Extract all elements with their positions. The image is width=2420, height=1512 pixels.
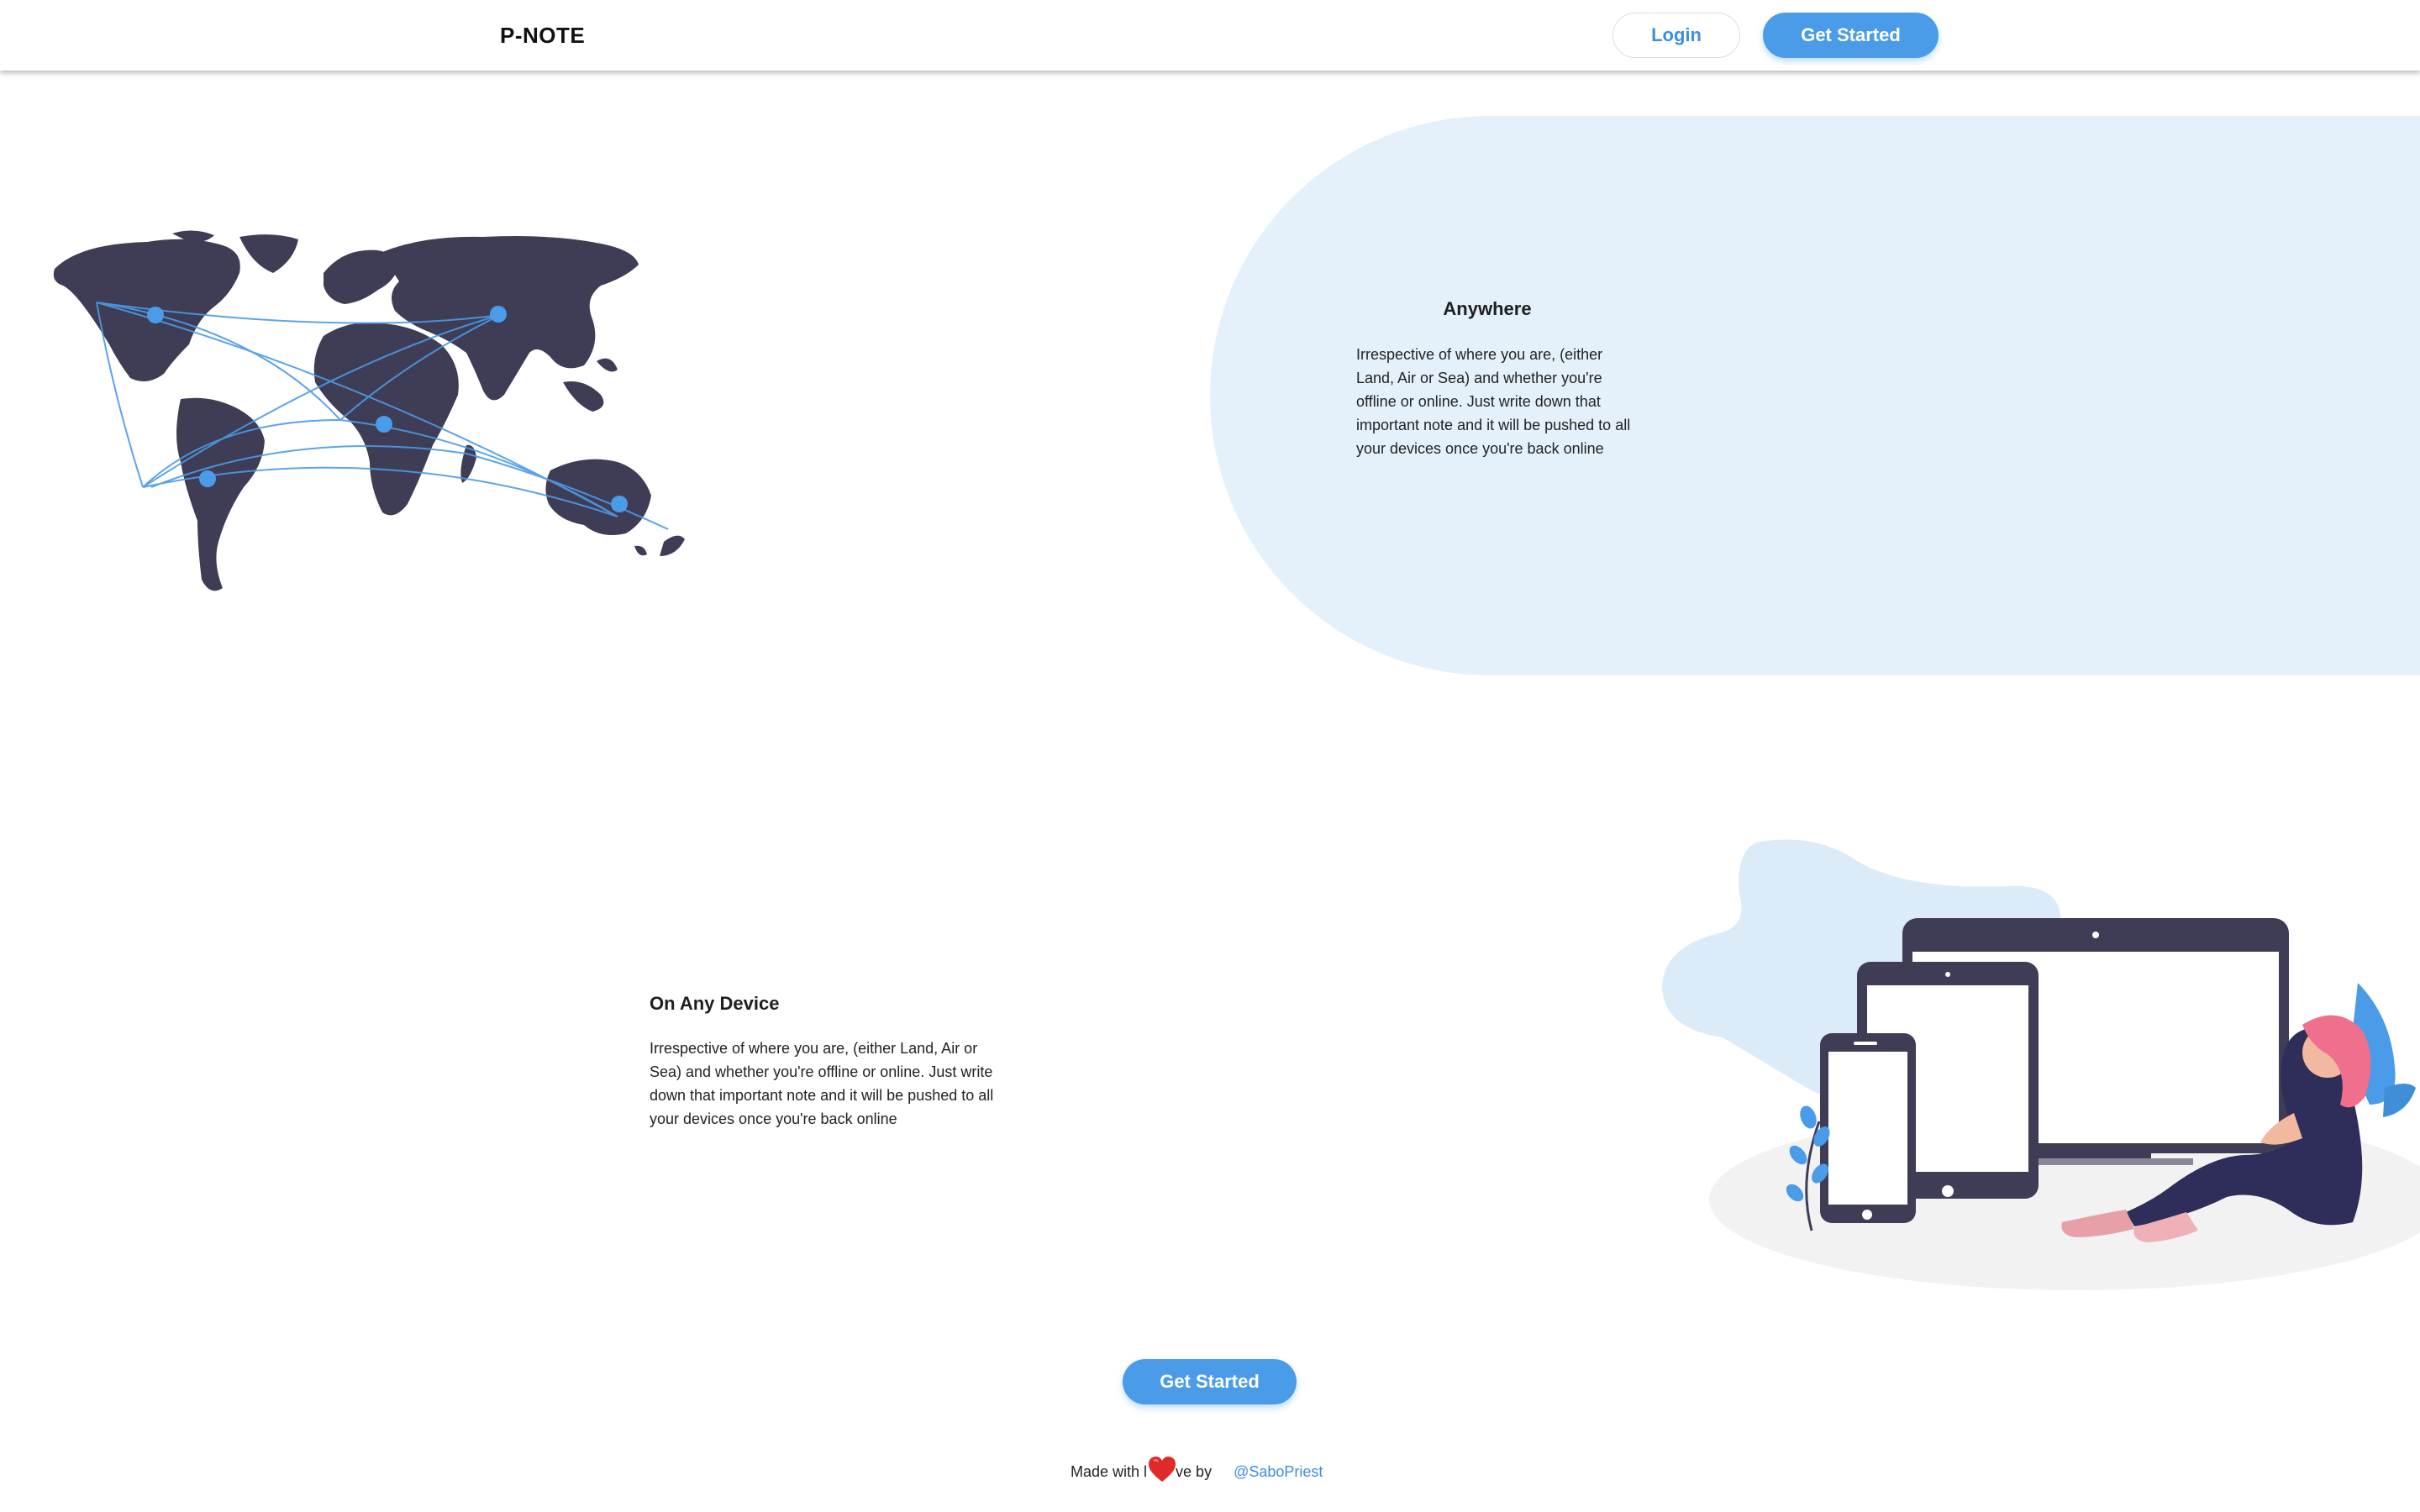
top-navbar: P-NOTE Login Get Started bbox=[0, 0, 2420, 71]
devices-illustration bbox=[1662, 839, 2420, 1290]
anywhere-title: Anywhere bbox=[1443, 298, 1532, 319]
brand-logo[interactable]: P-NOTE bbox=[500, 23, 585, 49]
login-button[interactable]: Login bbox=[1612, 13, 1740, 58]
any-device-description: Irrespective of where you are, (either L… bbox=[650, 1040, 994, 1127]
header-get-started-button[interactable]: Get Started bbox=[1763, 13, 1939, 58]
heart-icon bbox=[1149, 1457, 1176, 1482]
footer-made-with-prefix: Made with l bbox=[1071, 1462, 1148, 1480]
cta-get-started-button[interactable]: Get Started bbox=[1123, 1359, 1297, 1404]
author-link[interactable]: @SaboPriest bbox=[1234, 1463, 1323, 1481]
footer: Made with l ve by @SaboPriest bbox=[1071, 1455, 1323, 1488]
any-device-title: On Any Device bbox=[650, 993, 780, 1014]
anywhere-description: Irrespective of where you are, (either L… bbox=[1356, 346, 1631, 457]
footer-made-with-suffix: ve by bbox=[1176, 1462, 1213, 1480]
world-map-illustration bbox=[53, 230, 685, 591]
